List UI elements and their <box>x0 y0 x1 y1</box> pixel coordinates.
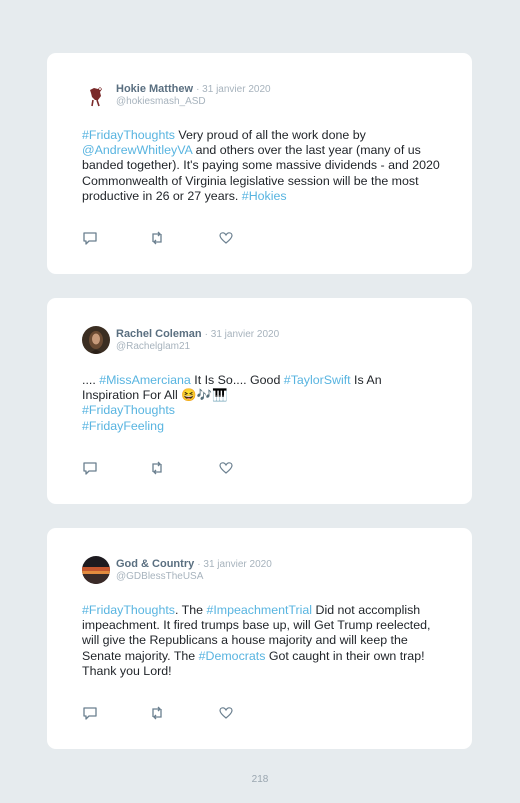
tweet-date: · 31 janvier 2020 <box>204 329 280 340</box>
author-handle[interactable]: @GDBlessTheUSA <box>116 571 203 582</box>
hashtag-link[interactable]: #Hokies <box>242 189 287 203</box>
tweet-card: Hokie Matthew · 31 janvier 2020 @hokiesm… <box>47 53 472 274</box>
tweet-text: .... #MissAmerciana It Is So.... Good #T… <box>82 373 442 434</box>
tweet-text: #FridayThoughts Very proud of all the wo… <box>82 128 442 204</box>
reply-icon[interactable] <box>82 705 98 721</box>
tweet-text-segment: Very proud of all the work done by <box>174 128 366 142</box>
portrait-avatar[interactable] <box>82 326 110 354</box>
tweet-actions <box>82 230 252 246</box>
tweet-text-segment: .... <box>82 373 100 387</box>
hashtag-link[interactable]: #ImpeachmentTrial <box>206 603 312 617</box>
reply-icon[interactable] <box>82 230 98 246</box>
like-icon[interactable] <box>218 705 234 721</box>
hashtag-link[interactable]: #Democrats <box>199 649 266 663</box>
hashtag-link[interactable]: @AndrewWhitleyVA <box>82 143 192 157</box>
author-name[interactable]: Hokie Matthew <box>116 83 193 95</box>
retweet-icon[interactable] <box>149 705 165 721</box>
author-name[interactable]: God & Country <box>116 558 194 570</box>
like-icon[interactable] <box>218 230 234 246</box>
tweet-date: · 31 janvier 2020 <box>197 559 272 570</box>
sunset-avatar[interactable] <box>82 556 110 584</box>
author-name[interactable]: Rachel Coleman <box>116 328 202 340</box>
tweet-card: Rachel Coleman · 31 janvier 2020 @Rachel… <box>47 298 472 504</box>
tweet-text-segment: . The <box>174 603 207 617</box>
hashtag-link[interactable]: #FridayThoughts <box>82 403 175 417</box>
hashtag-link[interactable]: #FridayFeeling <box>82 419 164 433</box>
hashtag-link[interactable]: #TaylorSwift <box>284 373 351 387</box>
hashtag-link[interactable]: #MissAmerciana <box>99 373 191 387</box>
tweet-actions <box>82 460 252 476</box>
hashtag-link[interactable]: #FridayThoughts <box>82 603 175 617</box>
hashtag-link[interactable]: #FridayThoughts <box>82 128 175 142</box>
tweet-actions <box>82 705 252 721</box>
tweet-card: God & Country · 31 janvier 2020 @GDBless… <box>47 528 472 749</box>
tweet-date: · 31 janvier 2020 <box>196 84 271 95</box>
reply-icon[interactable] <box>82 460 98 476</box>
tweet-text: #FridayThoughts. The #ImpeachmentTrial D… <box>82 603 442 679</box>
retweet-icon[interactable] <box>149 460 165 476</box>
tweet-text-segment: It Is So.... Good <box>190 373 284 387</box>
author-handle[interactable]: @Rachelglam21 <box>116 341 190 352</box>
page-number: 218 <box>251 774 269 785</box>
retweet-icon[interactable] <box>149 230 165 246</box>
like-icon[interactable] <box>218 460 234 476</box>
hokiebird-avatar[interactable] <box>82 81 110 109</box>
author-handle[interactable]: @hokiesmash_ASD <box>116 96 206 107</box>
